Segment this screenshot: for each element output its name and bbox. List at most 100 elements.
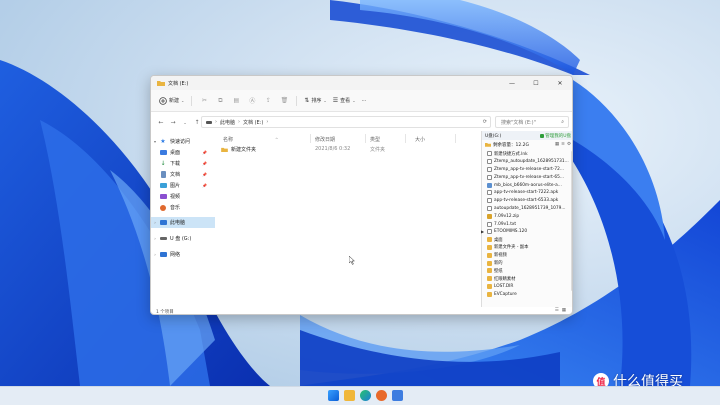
- close-button[interactable]: ✕: [548, 76, 572, 90]
- list-item[interactable]: mb_bios_b660m-aorus-elite-a...: [487, 181, 569, 189]
- address-bar[interactable]: › 此电脑 › 文档 (E:) › ⟳: [201, 116, 491, 128]
- start-icon[interactable]: [328, 390, 339, 401]
- pin-icon: 📌: [202, 161, 207, 166]
- column-divider[interactable]: [365, 134, 366, 143]
- list-item-label: 新视频: [494, 253, 507, 259]
- manage-usb-button[interactable]: 管理我的U盘: [540, 133, 571, 139]
- sidebar-item-videos[interactable]: 视频: [151, 191, 215, 202]
- more-button[interactable]: ···: [359, 94, 370, 108]
- list-item[interactable]: app-tv-release-start-6533.apk: [487, 197, 569, 205]
- sidebar-item-downloads[interactable]: ↓ 下载 📌: [151, 158, 215, 169]
- new-button[interactable]: 新建 ⌄: [156, 94, 187, 108]
- title-bar[interactable]: 文档 (E:) — ☐ ✕: [151, 76, 572, 90]
- column-header-date[interactable]: 修改日期: [315, 134, 335, 144]
- music-icon: [159, 204, 167, 211]
- panel-file-list: 新建快捷方式.lnk Ztemp_autoupdate_1628951731..…: [487, 150, 569, 298]
- column-header-type[interactable]: 类型: [370, 134, 380, 144]
- collapse-arrow-icon[interactable]: ▶: [481, 229, 484, 234]
- breadcrumb-this-pc[interactable]: 此电脑: [220, 119, 235, 126]
- list-item[interactable]: 桌面: [487, 236, 569, 244]
- view-button[interactable]: ☰ 查看 ⌄: [330, 94, 359, 108]
- copy-icon[interactable]: ⧉: [212, 94, 228, 108]
- toolbar-divider: [296, 95, 298, 106]
- details-view-icon[interactable]: ☰: [555, 308, 559, 313]
- list-item[interactable]: 7.09v1.txt: [487, 220, 569, 228]
- list-item-label: Ztemp_app-tv-release-start-65...: [494, 174, 564, 180]
- list-item[interactable]: 新建快捷方式.lnk: [487, 150, 569, 158]
- minimize-button[interactable]: —: [500, 76, 524, 90]
- list-item[interactable]: 新建文件夹 - 副本: [487, 244, 569, 252]
- grid-view-icon[interactable]: ▦: [555, 142, 559, 147]
- sidebar-item-pictures[interactable]: 图片 📌: [151, 180, 215, 191]
- manage-usb-label: 管理我的U盘: [545, 133, 571, 139]
- file-name-cell: 新建文件夹: [221, 146, 256, 153]
- maximize-button[interactable]: ☐: [524, 76, 548, 90]
- list-item[interactable]: app-tv-release-start-7222.apk: [487, 189, 569, 197]
- list-item-label: 7.09v12.zip: [494, 213, 520, 219]
- item-count: 1 个项目: [156, 309, 174, 315]
- sidebar-item-desktop[interactable]: 桌面 📌: [151, 147, 215, 158]
- file-row[interactable]: 新建文件夹 2021/8/6 0:32 文件夹: [217, 144, 467, 154]
- file-name: 新建文件夹: [231, 146, 257, 153]
- list-item[interactable]: 新视频: [487, 251, 569, 259]
- mouse-pointer-icon: [349, 256, 355, 265]
- list-item[interactable]: ETOOMIMS.120: [487, 228, 569, 236]
- shortcut-file-icon: [487, 151, 492, 157]
- list-item[interactable]: EVCapture: [487, 290, 569, 298]
- list-item[interactable]: Ztemp_app-tv-release-start-65...: [487, 173, 569, 181]
- folder-icon: [487, 252, 492, 258]
- list-item-label: 新建文件夹 - 副本: [494, 245, 529, 251]
- chevron-right-icon: ›: [154, 220, 156, 225]
- free-space: 剩余容量：12.2G: [493, 142, 530, 148]
- list-item[interactable]: autoupdate_1628951739_1079...: [487, 205, 569, 213]
- breadcrumb-current[interactable]: 文档 (E:): [243, 119, 263, 126]
- column-header-size[interactable]: 大小: [415, 134, 425, 144]
- search-placeholder: 搜索"文档 (E:)": [501, 119, 536, 126]
- folder-icon: [487, 276, 492, 282]
- sidebar-item-network[interactable]: › 网络: [151, 249, 215, 260]
- app-icon[interactable]: [392, 390, 403, 401]
- cut-icon[interactable]: ✂: [196, 94, 212, 108]
- list-item[interactable]: 红眼睛素材: [487, 275, 569, 283]
- column-divider[interactable]: [310, 134, 311, 143]
- folder-icon: [487, 268, 492, 274]
- recent-chevron-icon[interactable]: ⌄: [179, 116, 191, 128]
- delete-icon[interactable]: 🗑: [276, 94, 292, 108]
- list-item-label: app-tv-release-start-7222.apk: [494, 190, 559, 196]
- sidebar-item-documents[interactable]: 文档 📌: [151, 169, 215, 180]
- panel-scrollbar[interactable]: [571, 151, 572, 291]
- star-icon: ★: [160, 138, 166, 145]
- settings-icon[interactable]: ⚙: [567, 142, 571, 147]
- edge-icon[interactable]: [360, 390, 371, 401]
- share-icon[interactable]: ⇪: [260, 94, 276, 108]
- sidebar-item-usb-drive[interactable]: › U 盘 (G:): [151, 233, 215, 244]
- column-header-name[interactable]: 名称: [223, 134, 233, 144]
- list-item[interactable]: 壁纸: [487, 267, 569, 275]
- app-icon[interactable]: [376, 390, 387, 401]
- sidebar-item-this-pc[interactable]: › 此电脑: [151, 217, 215, 228]
- list-item[interactable]: 新的: [487, 259, 569, 267]
- refresh-icon[interactable]: ⟳: [483, 119, 487, 125]
- paste-icon[interactable]: ▤: [228, 94, 244, 108]
- list-item[interactable]: Ztemp_app-tv-release-start-72...: [487, 166, 569, 174]
- sidebar-item-quick-access[interactable]: ▾ ★ 快速访问: [151, 136, 215, 147]
- tiles-view-icon[interactable]: ▦: [562, 308, 566, 313]
- rename-icon[interactable]: Ⓐ: [244, 94, 260, 108]
- sidebar-item-label: 桌面: [170, 150, 181, 156]
- file-explorer-icon[interactable]: [344, 390, 355, 401]
- sidebar-item-label: 文档: [170, 172, 181, 178]
- column-divider[interactable]: [405, 134, 406, 143]
- sidebar-item-label: 下载: [170, 161, 181, 167]
- list-view-icon[interactable]: ≡: [561, 142, 565, 147]
- usb-preview-panel: U盘(G:) 管理我的U盘 剩余容量：12.2G ▦ ≡ ⚙ ▶ 新建快捷方式.…: [481, 131, 572, 307]
- column-divider[interactable]: [455, 134, 456, 143]
- search-box[interactable]: 搜索"文档 (E:)" ⌕: [495, 116, 569, 128]
- sidebar-item-music[interactable]: 音乐: [151, 202, 215, 213]
- list-item[interactable]: Ztemp_autoupdate_1628951731...: [487, 158, 569, 166]
- sort-button[interactable]: ⇅ 排序 ⌄: [301, 94, 329, 108]
- command-bar: 新建 ⌄ ✂ ⧉ ▤ Ⓐ ⇪ 🗑 ⇅ 排序 ⌄ ☰ 查看 ⌄ ···: [151, 90, 572, 112]
- back-arrow-icon[interactable]: ←: [155, 116, 167, 128]
- list-item[interactable]: 7.09v12.zip: [487, 212, 569, 220]
- forward-arrow-icon[interactable]: →: [167, 116, 179, 128]
- list-item[interactable]: LOST.DIR: [487, 283, 569, 291]
